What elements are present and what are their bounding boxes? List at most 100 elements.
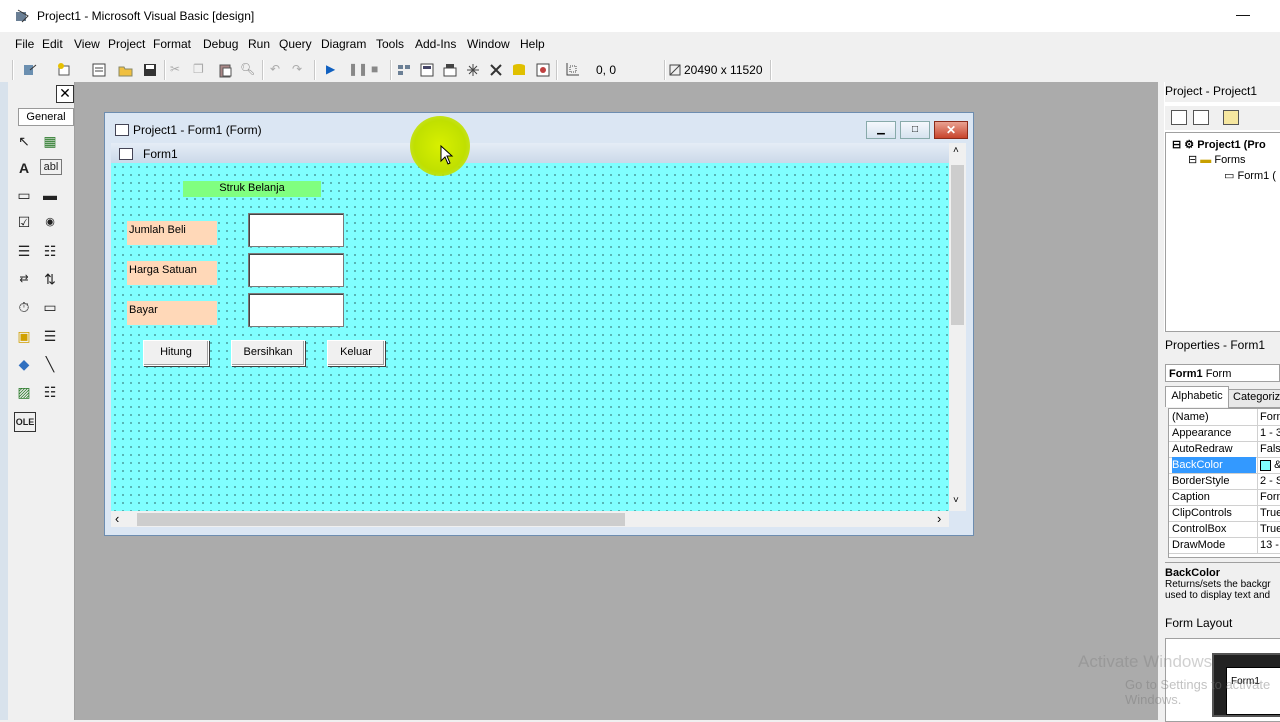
jumlah-beli-label[interactable]: Jumlah Beli	[127, 221, 217, 245]
add-project-icon[interactable]	[22, 62, 38, 78]
form-canvas[interactable]: Struk Belanja Jumlah Beli Harga Satuan B…	[111, 163, 949, 511]
horizontal-scroll-thumb[interactable]	[137, 513, 625, 526]
menu-tools[interactable]: Tools	[376, 37, 404, 51]
textbox-tool-icon[interactable]: abl	[40, 159, 62, 175]
menu-diagram[interactable]: Diagram	[321, 37, 366, 51]
save-icon[interactable]	[142, 62, 158, 78]
tree-form1-item[interactable]: ▭ Form1 (	[1224, 169, 1276, 182]
paste-icon[interactable]	[217, 62, 233, 78]
cut-icon[interactable]: ✂	[170, 62, 186, 78]
bersihkan-button[interactable]: Bersihkan	[231, 340, 305, 366]
property-row[interactable]: ClipControls True	[1169, 505, 1280, 522]
data-view-icon[interactable]	[511, 62, 527, 78]
form-window-close-button[interactable]: ✕	[934, 121, 968, 139]
property-value[interactable]: &	[1257, 457, 1280, 473]
label-tool-icon[interactable]: A	[14, 159, 34, 177]
property-row[interactable]: DrawMode 13 -	[1169, 537, 1280, 554]
project-explorer-icon[interactable]	[396, 62, 412, 78]
commandbutton-tool-icon[interactable]: ▬	[40, 186, 60, 204]
hitung-button[interactable]: Hitung	[143, 340, 209, 366]
start-icon[interactable]: ▶	[326, 62, 342, 78]
property-value[interactable]: 13 -	[1257, 537, 1280, 553]
break-icon[interactable]: ❚❚	[348, 62, 368, 78]
object-browser-icon[interactable]	[465, 62, 481, 78]
scroll-up-icon[interactable]: ˄	[953, 145, 959, 156]
property-value[interactable]: 1 - 3	[1257, 425, 1280, 441]
property-value[interactable]: Form	[1257, 409, 1280, 425]
ole-tool-icon[interactable]: OLE	[14, 412, 36, 432]
toggle-folders-icon[interactable]	[1223, 110, 1239, 125]
toolbox-general-tab[interactable]: General	[18, 108, 74, 126]
line-tool-icon[interactable]: ╲	[40, 355, 60, 373]
object-selector-combo[interactable]: Form1 Form	[1165, 364, 1280, 382]
bayar-label[interactable]: Bayar	[127, 301, 217, 325]
form-window-maximize-button[interactable]: □	[900, 121, 930, 139]
form-layout-icon[interactable]	[442, 62, 458, 78]
component-manager-icon[interactable]	[535, 62, 551, 78]
pointer-tool-icon[interactable]: ↖	[14, 132, 34, 150]
menu-edit[interactable]: Edit	[42, 37, 63, 51]
bayar-textbox[interactable]	[248, 293, 344, 327]
shape-tool-icon[interactable]: ◆	[14, 355, 34, 373]
end-icon[interactable]: ■	[371, 62, 387, 78]
property-row[interactable]: (Name) Form	[1169, 409, 1280, 426]
property-row[interactable]: Appearance 1 - 3	[1169, 425, 1280, 442]
collapse-icon[interactable]: ⊟	[1188, 154, 1197, 166]
tree-forms-folder[interactable]: ⊟ ▬ Forms	[1188, 153, 1246, 166]
property-value[interactable]: 2 - S	[1257, 473, 1280, 489]
collapse-icon[interactable]: ⊟	[1172, 139, 1181, 151]
menu-debug[interactable]: Debug	[203, 37, 238, 51]
property-value[interactable]: False	[1257, 441, 1280, 457]
struk-belanja-label[interactable]: Struk Belanja	[183, 181, 321, 197]
property-row[interactable]: ControlBox True	[1169, 521, 1280, 538]
menu-format[interactable]: Format	[153, 37, 191, 51]
property-value[interactable]: Form	[1257, 489, 1280, 505]
property-value[interactable]: True	[1257, 505, 1280, 521]
add-form-icon[interactable]	[56, 62, 72, 78]
view-object-icon[interactable]	[1193, 110, 1209, 125]
data-tool-icon[interactable]: ☷	[40, 383, 60, 401]
property-row[interactable]: BorderStyle 2 - S	[1169, 473, 1280, 490]
horizontal-scrollbar[interactable]: ‹ ›	[111, 511, 949, 527]
menu-add-ins[interactable]: Add-Ins	[415, 37, 456, 51]
scroll-down-icon[interactable]: ˅	[953, 495, 959, 506]
hscrollbar-tool-icon[interactable]: ⇄	[14, 270, 34, 288]
combobox-tool-icon[interactable]: ☰	[14, 242, 34, 260]
scroll-right-icon[interactable]: ›	[937, 511, 941, 526]
harga-satuan-label[interactable]: Harga Satuan	[127, 261, 217, 285]
menu-help[interactable]: Help	[520, 37, 545, 51]
properties-window-icon[interactable]	[419, 62, 435, 78]
harga-satuan-textbox[interactable]	[248, 253, 344, 287]
menu-project[interactable]: Project	[108, 37, 145, 51]
menu-window[interactable]: Window	[467, 37, 510, 51]
vscrollbar-tool-icon[interactable]: ⇅	[40, 270, 60, 288]
minimize-button[interactable]: —	[1236, 6, 1250, 26]
open-folder-icon[interactable]	[118, 62, 134, 78]
frame-tool-icon[interactable]: ▭	[14, 186, 34, 204]
jumlah-beli-textbox[interactable]	[248, 213, 344, 247]
copy-icon[interactable]: ❐	[193, 62, 209, 78]
view-code-icon[interactable]	[1171, 110, 1187, 125]
scroll-left-icon[interactable]: ‹	[115, 511, 119, 526]
optionbutton-tool-icon[interactable]: ◉	[40, 213, 60, 231]
vertical-scroll-thumb[interactable]	[951, 165, 964, 325]
keluar-button[interactable]: Keluar	[327, 340, 385, 366]
property-row-selected[interactable]: BackColor &	[1169, 457, 1280, 474]
menu-run[interactable]: Run	[248, 37, 270, 51]
dirlistbox-tool-icon[interactable]: ▣	[14, 327, 34, 345]
tab-alphabetic[interactable]: Alphabetic	[1165, 386, 1229, 407]
menu-file[interactable]: File	[15, 37, 34, 51]
find-icon[interactable]: 🔍︎	[240, 62, 256, 78]
menu-query[interactable]: Query	[279, 37, 312, 51]
redo-icon[interactable]: ↷	[292, 62, 308, 78]
menu-view[interactable]: View	[74, 37, 100, 51]
filelistbox-tool-icon[interactable]: ☰	[40, 327, 60, 345]
undo-icon[interactable]: ↶	[270, 62, 286, 78]
tree-project-node[interactable]: ⊟ ⚙ Project1 (Pro	[1172, 138, 1266, 151]
vertical-scrollbar[interactable]: ˄ ˅	[949, 143, 966, 511]
menu-editor-icon[interactable]	[91, 62, 107, 78]
toolbox-close-button[interactable]: ✕	[56, 85, 74, 103]
picturebox-tool-icon[interactable]: ▦	[40, 132, 60, 150]
tab-categorized[interactable]: Categoriz	[1228, 389, 1280, 408]
listbox-tool-icon[interactable]: ☷	[40, 242, 60, 260]
